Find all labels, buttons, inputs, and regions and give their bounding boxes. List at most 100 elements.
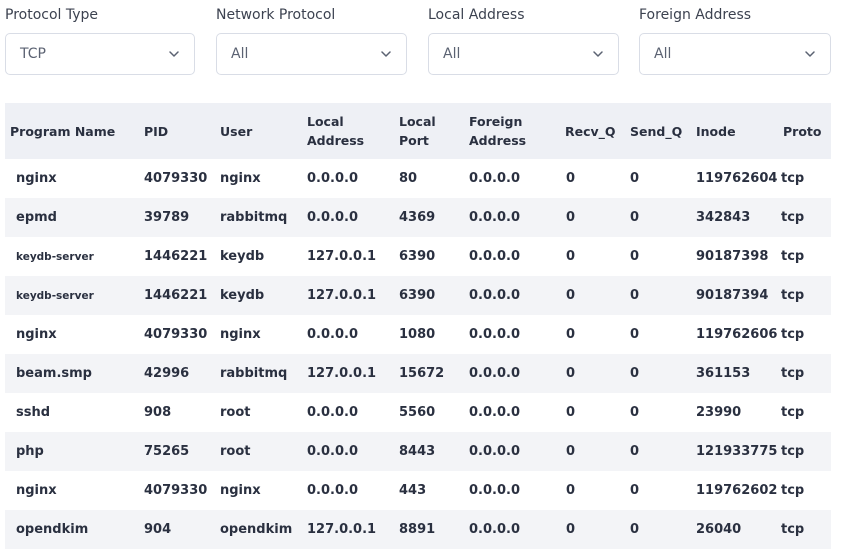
cell-local-address: 0.0.0.0 — [307, 444, 358, 459]
filter-local-address: Local Address All — [428, 0, 620, 75]
cell-user: opendkim — [220, 522, 293, 537]
cell-local-address: 0.0.0.0 — [307, 327, 358, 342]
protocol-type-select[interactable]: TCP — [5, 33, 195, 75]
cell-pid: 1446221 — [144, 288, 208, 303]
cell-proto: tcp — [781, 171, 805, 186]
cell-recv-q: 0 — [566, 171, 576, 186]
cell-local-port: 6390 — [399, 249, 436, 264]
column-header-pid[interactable]: PID — [139, 103, 215, 159]
column-header-foreign-address[interactable]: Foreign Address — [464, 103, 560, 159]
cell-pid: 42996 — [144, 366, 190, 381]
cell-send-q: 0 — [630, 483, 640, 498]
filter-foreign-address: Foreign Address All — [639, 0, 831, 75]
cell-program: nginx — [16, 171, 57, 186]
column-header-inode[interactable]: Inode — [691, 103, 778, 159]
cell-user: keydb — [220, 288, 265, 303]
cell-proto: tcp — [781, 210, 805, 225]
cell-local-address: 0.0.0.0 — [307, 405, 358, 420]
cell-foreign-address: 0.0.0.0 — [469, 522, 520, 537]
cell-local-address: 127.0.0.1 — [307, 249, 377, 264]
cell-local-port: 8891 — [399, 522, 436, 537]
table-row[interactable]: opendkim 904 opendkim 127.0.0.1 8891 0.0… — [5, 510, 831, 549]
column-header-send-q[interactable]: Send_Q — [625, 103, 691, 159]
cell-foreign-address: 0.0.0.0 — [469, 483, 520, 498]
table-row[interactable]: beam.smp 42996 rabbitmq 127.0.0.1 15672 … — [5, 354, 831, 393]
table-row[interactable]: nginx 4079330 nginx 0.0.0.0 80 0.0.0.0 0… — [5, 159, 831, 198]
cell-pid: 4079330 — [144, 483, 208, 498]
cell-pid: 1446221 — [144, 249, 208, 264]
cell-local-address: 127.0.0.1 — [307, 366, 377, 381]
table-row[interactable]: nginx 4079330 nginx 0.0.0.0 1080 0.0.0.0… — [5, 315, 831, 354]
cell-inode: 342843 — [696, 210, 751, 225]
cell-inode: 90187394 — [696, 288, 769, 303]
column-header-recv-q[interactable]: Recv_Q — [560, 103, 625, 159]
chevron-down-icon — [381, 51, 391, 57]
chevron-down-icon — [805, 51, 815, 57]
cell-recv-q: 0 — [566, 483, 576, 498]
foreign-address-select[interactable]: All — [639, 33, 831, 75]
table-row[interactable]: sshd 908 root 0.0.0.0 5560 0.0.0.0 0 0 2… — [5, 393, 831, 432]
cell-send-q: 0 — [630, 171, 640, 186]
cell-local-port: 4369 — [399, 210, 436, 225]
chevron-down-icon — [169, 51, 179, 57]
column-header-user[interactable]: User — [215, 103, 302, 159]
cell-pid: 904 — [144, 522, 172, 537]
cell-inode: 121933775 — [696, 444, 778, 459]
cell-recv-q: 0 — [566, 522, 576, 537]
cell-program: nginx — [16, 483, 57, 498]
cell-pid: 4079330 — [144, 171, 208, 186]
filter-protocol-type: Protocol Type TCP — [5, 0, 197, 75]
cell-proto: tcp — [781, 327, 805, 342]
cell-user: root — [220, 405, 251, 420]
cell-user: rabbitmq — [220, 366, 288, 381]
cell-local-port: 6390 — [399, 288, 436, 303]
table-header-row: Program Name PID User Local Address Local… — [5, 103, 831, 159]
cell-foreign-address: 0.0.0.0 — [469, 405, 520, 420]
cell-local-address: 0.0.0.0 — [307, 483, 358, 498]
cell-pid: 4079330 — [144, 327, 208, 342]
cell-program: sshd — [16, 405, 51, 420]
filter-label: Network Protocol — [216, 7, 336, 23]
cell-send-q: 0 — [630, 405, 640, 420]
cell-local-port: 8443 — [399, 444, 436, 459]
connections-table: Program Name PID User Local Address Local… — [5, 103, 831, 549]
cell-send-q: 0 — [630, 522, 640, 537]
cell-program: keydb-server — [16, 289, 94, 302]
table-row[interactable]: nginx 4079330 nginx 0.0.0.0 443 0.0.0.0 … — [5, 471, 831, 510]
cell-local-address: 0.0.0.0 — [307, 210, 358, 225]
column-header-proto[interactable]: Proto — [778, 103, 831, 159]
network-protocol-select[interactable]: All — [216, 33, 407, 75]
cell-recv-q: 0 — [566, 405, 576, 420]
column-header-local-port[interactable]: Local Port — [394, 103, 464, 159]
cell-user: rabbitmq — [220, 210, 288, 225]
table-row[interactable]: keydb-server 1446221 keydb 127.0.0.1 639… — [5, 237, 831, 276]
column-header-program[interactable]: Program Name — [5, 103, 139, 159]
cell-foreign-address: 0.0.0.0 — [469, 210, 520, 225]
cell-foreign-address: 0.0.0.0 — [469, 288, 520, 303]
cell-recv-q: 0 — [566, 327, 576, 342]
table-row[interactable]: php 75265 root 0.0.0.0 8443 0.0.0.0 0 0 … — [5, 432, 831, 471]
cell-recv-q: 0 — [566, 444, 576, 459]
cell-local-port: 15672 — [399, 366, 445, 381]
cell-send-q: 0 — [630, 444, 640, 459]
table-row[interactable]: keydb-server 1446221 keydb 127.0.0.1 639… — [5, 276, 831, 315]
cell-local-address: 0.0.0.0 — [307, 171, 358, 186]
cell-user: keydb — [220, 249, 265, 264]
cell-foreign-address: 0.0.0.0 — [469, 366, 520, 381]
filter-bar: Protocol Type TCP Network Protocol All L… — [5, 0, 831, 80]
column-header-local-address[interactable]: Local Address — [302, 103, 394, 159]
cell-user: nginx — [220, 327, 261, 342]
local-address-select[interactable]: All — [428, 33, 619, 75]
cell-proto: tcp — [781, 522, 805, 537]
cell-foreign-address: 0.0.0.0 — [469, 327, 520, 342]
cell-local-address: 127.0.0.1 — [307, 288, 377, 303]
cell-proto: tcp — [781, 288, 805, 303]
table-row[interactable]: epmd 39789 rabbitmq 0.0.0.0 4369 0.0.0.0… — [5, 198, 831, 237]
cell-user: nginx — [220, 483, 261, 498]
cell-recv-q: 0 — [566, 366, 576, 381]
cell-proto: tcp — [781, 249, 805, 264]
cell-inode: 119762604 — [696, 171, 778, 186]
filter-label: Foreign Address — [639, 7, 752, 23]
cell-local-port: 5560 — [399, 405, 436, 420]
cell-local-port: 443 — [399, 483, 427, 498]
